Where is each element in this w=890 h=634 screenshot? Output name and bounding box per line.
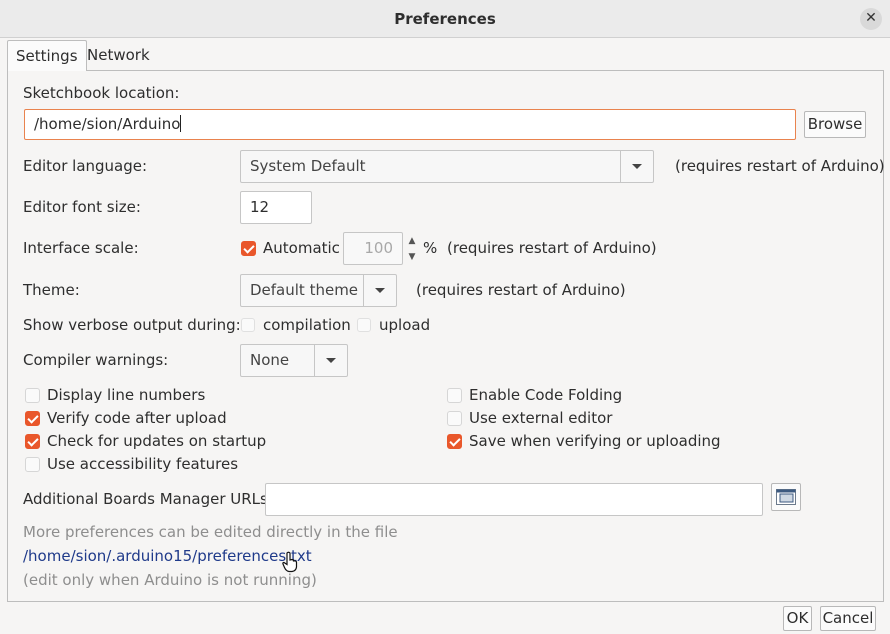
accessibility-checkbox[interactable] [25, 457, 40, 472]
compiler-warnings-value: None [250, 351, 290, 369]
verify-after-upload-checkbox[interactable] [25, 411, 40, 426]
boards-urls-input[interactable] [265, 483, 763, 516]
interface-scale-input[interactable]: 100 [343, 232, 403, 265]
sketchbook-label: Sketchbook location: [23, 84, 180, 102]
verbose-label: Show verbose output during: [23, 316, 241, 334]
theme-label: Theme: [23, 281, 80, 299]
check-updates-checkbox[interactable] [25, 434, 40, 449]
code-folding-checkbox[interactable] [447, 388, 462, 403]
automatic-checkbox[interactable] [241, 241, 256, 256]
interface-scale-unit: % [423, 239, 438, 257]
code-folding-label: Enable Code Folding [469, 386, 623, 404]
upload-checkbox[interactable] [357, 318, 371, 332]
browse-button[interactable]: Browse [804, 111, 866, 138]
external-editor-checkbox[interactable] [447, 411, 462, 426]
theme-value: Default theme [250, 281, 359, 299]
hand-pointer-icon [282, 551, 298, 573]
compiler-warnings-select[interactable]: None [240, 344, 348, 377]
tab-network[interactable]: Network [79, 40, 158, 71]
theme-note: (requires restart of Arduino) [416, 281, 626, 299]
automatic-label: Automatic [263, 239, 340, 257]
editor-language-value: System Default [250, 157, 366, 175]
interface-scale-note: (requires restart of Arduino) [447, 239, 657, 257]
check-updates-label: Check for updates on startup [47, 432, 267, 450]
compilation-label: compilation [263, 316, 351, 334]
boards-urls-edit-button[interactable] [771, 483, 801, 511]
window-list-icon [776, 489, 796, 505]
verify-after-upload-label: Verify code after upload [47, 409, 227, 427]
boards-urls-label: Additional Boards Manager URLs: [23, 490, 273, 508]
window-title: Preferences [394, 10, 496, 28]
text-cursor [180, 115, 182, 132]
editor-language-label: Editor language: [23, 157, 148, 175]
editor-language-note: (requires restart of Arduino) [675, 157, 885, 175]
close-icon: ✕ [865, 10, 877, 26]
font-size-input[interactable]: 12 [240, 191, 312, 224]
edit-note: (edit only when Arduino is not running) [23, 571, 317, 589]
ok-button[interactable]: OK [783, 606, 812, 631]
chevron-down-icon [620, 151, 653, 182]
upload-label: upload [379, 316, 431, 334]
save-when-verifying-label: Save when verifying or uploading [469, 432, 721, 450]
save-when-verifying-checkbox[interactable] [447, 434, 462, 449]
spinner-down-icon[interactable]: ▼ [404, 249, 420, 265]
accessibility-label: Use accessibility features [47, 455, 239, 473]
cancel-button[interactable]: Cancel [820, 606, 876, 631]
external-editor-label: Use external editor [469, 409, 613, 427]
theme-select[interactable]: Default theme [240, 274, 397, 307]
chevron-down-icon [363, 275, 396, 306]
interface-scale-label: Interface scale: [23, 239, 139, 257]
compiler-warnings-label: Compiler warnings: [23, 351, 169, 369]
display-line-numbers-checkbox[interactable] [25, 388, 40, 403]
font-size-label: Editor font size: [23, 198, 141, 216]
editor-language-select[interactable]: System Default [240, 150, 654, 183]
sketchbook-location-value: /home/sion/Arduino [34, 115, 181, 133]
chevron-down-icon [314, 345, 347, 376]
compilation-checkbox[interactable] [241, 318, 255, 332]
preferences-file-link[interactable]: /home/sion/.arduino15/preferences.txt [23, 547, 312, 565]
sketchbook-location-input[interactable]: /home/sion/Arduino [24, 109, 796, 140]
more-preferences-text: More preferences can be edited directly … [23, 523, 398, 541]
spinner-up-icon[interactable]: ▲ [404, 233, 420, 249]
tab-settings[interactable]: Settings [7, 40, 87, 71]
display-line-numbers-label: Display line numbers [47, 386, 206, 404]
close-button[interactable]: ✕ [860, 8, 882, 30]
